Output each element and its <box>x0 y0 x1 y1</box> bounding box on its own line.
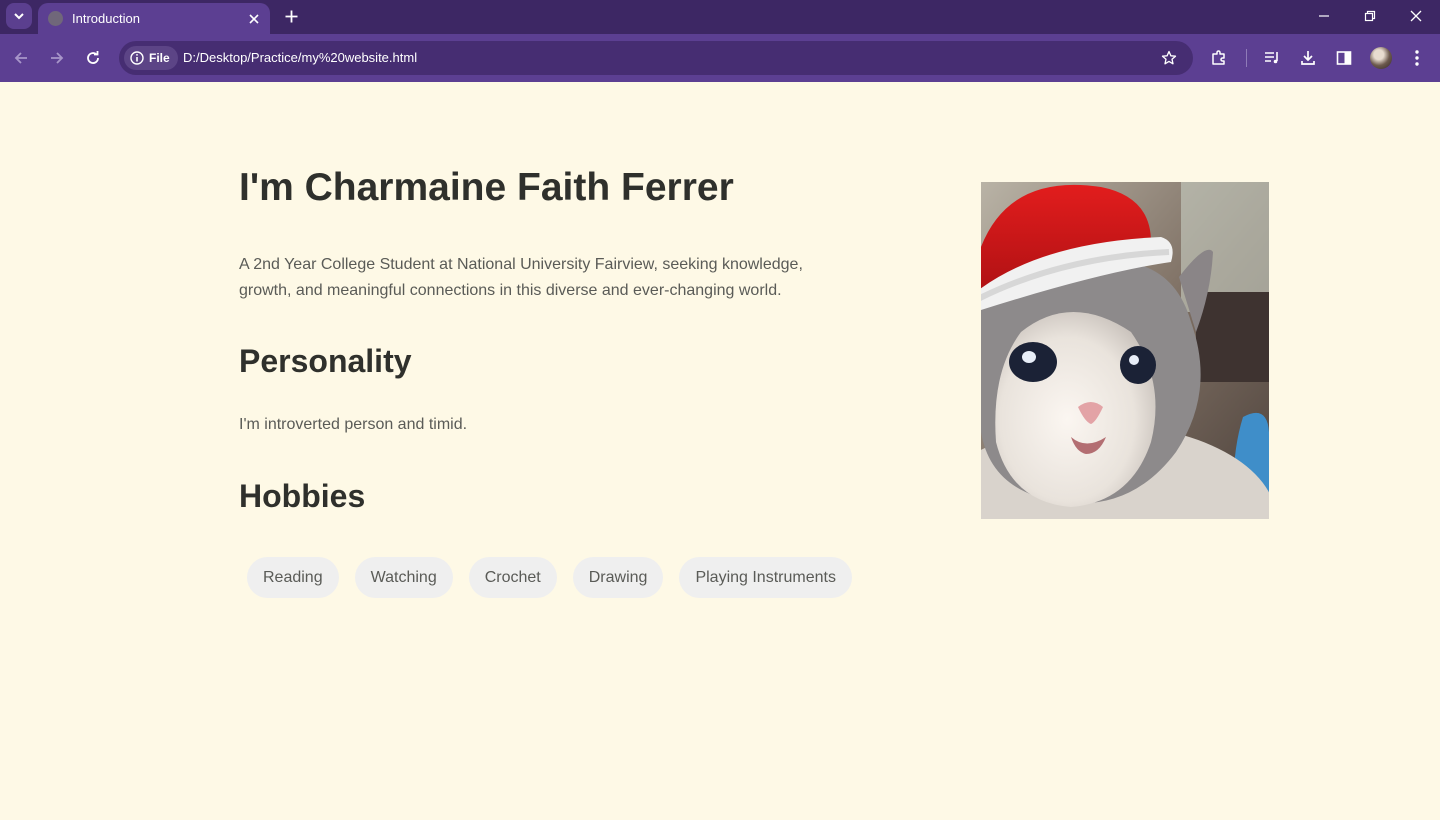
close-window-button[interactable] <box>1401 3 1431 29</box>
tab-introduction[interactable]: Introduction <box>38 3 270 34</box>
hobby-tag: Watching <box>354 557 453 598</box>
tab-strip: Introduction <box>0 0 1440 34</box>
close-icon <box>1410 10 1422 22</box>
reload-icon <box>87 51 99 64</box>
profile-avatar[interactable] <box>1370 47 1392 69</box>
new-tab-button[interactable] <box>280 5 302 27</box>
hobby-tag: Crochet <box>468 557 557 598</box>
downloads-button[interactable] <box>1295 45 1321 71</box>
restore-button[interactable] <box>1355 3 1385 29</box>
browser-toolbar: File D:/Desktop/Practice/my%20website.ht… <box>0 34 1440 82</box>
tab-search-icon <box>14 13 24 20</box>
minimize-icon <box>1319 15 1329 17</box>
download-icon <box>1301 51 1315 65</box>
side-panel-button[interactable] <box>1331 45 1357 71</box>
browser-menu-button[interactable] <box>1404 45 1430 71</box>
site-chip-label: File <box>149 51 170 65</box>
profile-photo <box>981 182 1269 519</box>
page-title: I'm Charmaine Faith Ferrer <box>239 166 734 209</box>
tab-title: Introduction <box>72 11 140 26</box>
info-icon <box>130 51 144 65</box>
minimize-button[interactable] <box>1309 3 1339 29</box>
tab-search-button[interactable] <box>6 3 32 29</box>
media-control-button[interactable] <box>1259 45 1285 71</box>
bio-paragraph: A 2nd Year College Student at National U… <box>239 256 803 299</box>
personality-text: I'm introverted person and timid. <box>239 416 468 433</box>
media-control-icon <box>1265 52 1278 64</box>
address-bar[interactable]: File D:/Desktop/Practice/my%20website.ht… <box>119 41 1193 75</box>
hobby-tag: Drawing <box>572 557 664 598</box>
forward-button[interactable] <box>44 45 70 71</box>
plus-icon <box>285 10 297 22</box>
back-icon <box>14 52 27 64</box>
hobby-tag: Reading <box>247 557 339 598</box>
site-info-chip[interactable]: File <box>124 46 178 70</box>
close-icon <box>249 13 259 24</box>
hobby-tag: Playing Instruments <box>679 557 852 598</box>
tab-close-button[interactable] <box>246 11 262 27</box>
bookmark-button[interactable] <box>1157 46 1181 70</box>
personality-heading: Personality <box>239 343 412 379</box>
reload-button[interactable] <box>80 45 106 71</box>
hobbies-list: Reading Watching Crochet Drawing Playing… <box>247 557 852 598</box>
menu-icon <box>1415 50 1419 66</box>
forward-icon <box>51 52 64 64</box>
url-text[interactable]: D:/Desktop/Practice/my%20website.html <box>183 50 417 65</box>
extensions-icon <box>1212 50 1225 65</box>
extensions-button[interactable] <box>1206 45 1232 71</box>
star-icon <box>1161 50 1177 65</box>
page-content: I'm Charmaine Faith Ferrer A 2nd Year Co… <box>0 82 1440 820</box>
hobbies-heading: Hobbies <box>239 478 366 514</box>
back-button[interactable] <box>8 45 34 71</box>
toolbar-separator <box>1246 49 1247 67</box>
side-panel-icon <box>1336 51 1352 65</box>
globe-favicon-icon <box>48 11 63 26</box>
restore-icon <box>1364 10 1376 22</box>
